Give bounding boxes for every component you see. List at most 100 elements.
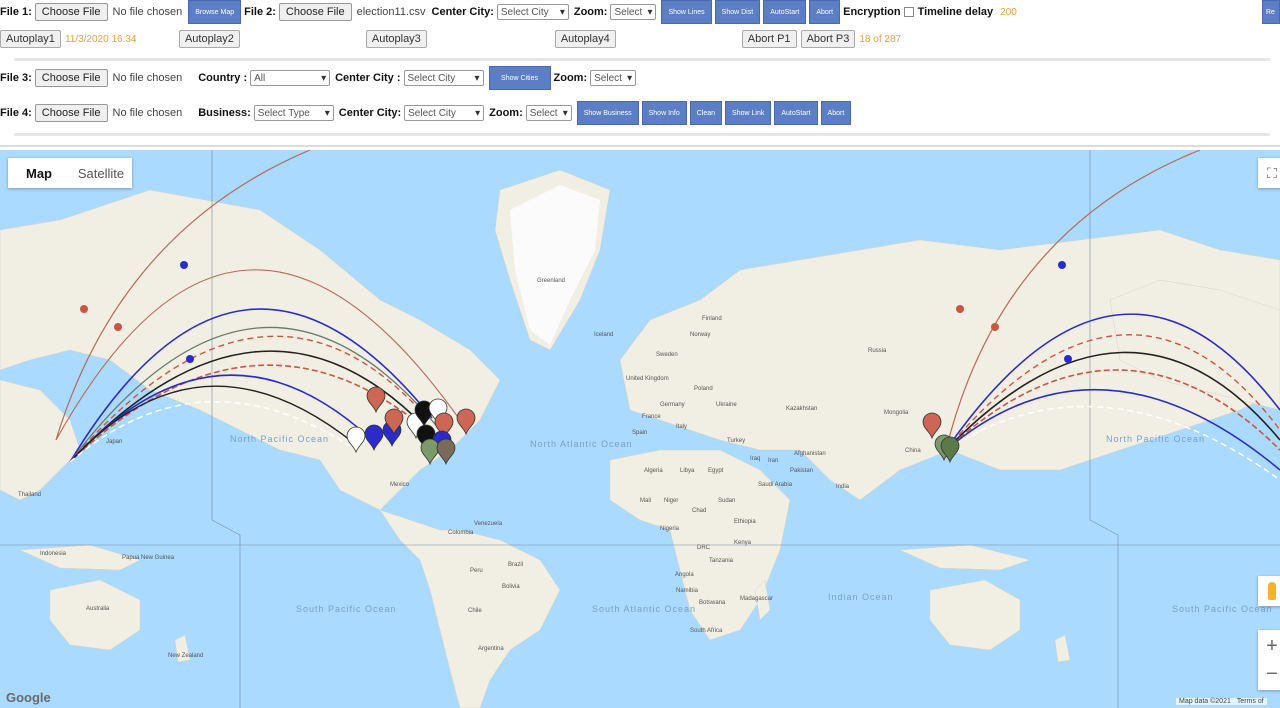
business-select[interactable]: Select Type	[253, 105, 334, 121]
place-label: Russia	[868, 348, 887, 354]
plane-position-dot[interactable]	[1058, 261, 1066, 269]
zoom-label: Zoom:	[573, 6, 608, 18]
zoom-3-value: Select	[594, 72, 622, 84]
place-label: Mali	[640, 498, 651, 504]
autoplay-progress: 18 of 287	[859, 33, 902, 45]
plane-position-dot[interactable]	[186, 355, 194, 363]
country-label: Country :	[198, 72, 248, 84]
center-city-4-select[interactable]: Select City	[404, 105, 485, 121]
plane-position-dot[interactable]	[180, 261, 188, 269]
place-label: Japan	[106, 439, 122, 445]
country-select[interactable]: All	[250, 70, 331, 86]
place-label: Spain	[632, 430, 647, 436]
center-city-3-select[interactable]: Select City	[403, 70, 484, 86]
place-label: Colombia	[448, 530, 474, 536]
country-value: All	[254, 72, 266, 84]
place-label: DRC	[697, 545, 711, 551]
place-label: Ethiopia	[734, 519, 756, 525]
encryption-checkbox[interactable]	[903, 7, 914, 17]
place-label: Namibia	[676, 588, 699, 594]
street-view-pegman[interactable]	[1258, 576, 1280, 606]
file4-label: File 4:	[0, 107, 32, 119]
land-new-zealand-right	[1054, 634, 1071, 663]
land-australia	[49, 579, 141, 651]
abort-4-button[interactable]: Abort	[820, 101, 852, 125]
autoplay1-button[interactable]: Autoplay1	[0, 30, 61, 48]
place-label: Greenland	[537, 278, 565, 284]
encryption-label: Encryption	[843, 6, 901, 18]
zoom-4-select[interactable]: Select	[525, 105, 572, 121]
show-lines-button[interactable]: Show Lines	[661, 0, 712, 24]
autostart-button[interactable]: AutoStart	[763, 0, 807, 24]
center-city-value: Select City	[500, 6, 549, 18]
file1-choose-button[interactable]: Choose File	[34, 3, 108, 21]
autoplay3-button[interactable]: Autoplay3	[365, 30, 427, 48]
file1-label: File 1:	[0, 6, 32, 18]
place-label: Algeria	[644, 468, 663, 474]
autoplay4-button[interactable]: Autoplay4	[554, 30, 616, 48]
zoom-select[interactable]: Select	[610, 4, 657, 20]
place-label: Indonesia	[40, 551, 67, 557]
map-type-map-button[interactable]: Map	[8, 166, 70, 181]
timeline-slider-1[interactable]	[14, 58, 1270, 61]
browse-map-button[interactable]: Browse Map	[188, 0, 242, 24]
fullscreen-button[interactable]: ⛶	[1258, 158, 1280, 188]
place-label: Nigeria	[660, 526, 680, 532]
file4-choose-button[interactable]: Choose File	[34, 104, 108, 122]
place-label: Kazakhstan	[786, 406, 817, 412]
file4-status: No file chosen	[112, 107, 183, 119]
place-label: Norway	[690, 332, 710, 338]
plane-position-dot[interactable]	[80, 305, 88, 313]
place-label: Tanzania	[709, 558, 734, 564]
right-edge-button[interactable]: Re	[1262, 0, 1280, 24]
zoom-3-select[interactable]: Select	[590, 70, 637, 86]
land-australia-right	[929, 579, 1021, 651]
place-label: Chad	[692, 508, 706, 514]
land-north-america	[0, 189, 501, 511]
show-info-button[interactable]: Show Info	[641, 101, 687, 125]
place-label: Afghanistan	[794, 451, 826, 457]
show-dist-button[interactable]: Show Dist	[714, 0, 761, 24]
place-label: Chile	[468, 608, 482, 614]
show-business-button[interactable]: Show Business	[576, 101, 639, 125]
autostart-4-button[interactable]: AutoStart	[774, 101, 818, 125]
map-type-satellite-button[interactable]: Satellite	[70, 166, 132, 181]
plane-position-dot[interactable]	[1064, 355, 1072, 363]
show-cities-button[interactable]: Show Cities	[488, 66, 551, 90]
map-pin-marker[interactable]	[436, 438, 456, 466]
file2-choose-button[interactable]: Choose File	[278, 3, 352, 21]
terms-link[interactable]: Terms of	[1237, 698, 1264, 705]
place-label: Ukraine	[716, 402, 737, 408]
plane-position-dot[interactable]	[991, 323, 999, 331]
place-label: Finland	[702, 316, 722, 322]
place-label: Niger	[664, 498, 678, 504]
timeline-slider-2[interactable]	[14, 133, 1270, 136]
world-map[interactable]: North Pacific Ocean North Atlantic Ocean…	[0, 150, 1280, 708]
plane-position-dot[interactable]	[956, 305, 964, 313]
center-city-select[interactable]: Select City	[496, 4, 569, 20]
place-label: Sudan	[718, 498, 735, 504]
place-label: Pakistan	[790, 468, 813, 474]
abort-p1-button[interactable]: Abort P1	[741, 30, 797, 48]
timeline-delay-input[interactable]: 200	[996, 7, 1054, 18]
autoplay2-button[interactable]: Autoplay2	[178, 30, 240, 48]
abort-p3-button[interactable]: Abort P3	[800, 30, 856, 48]
file3-choose-button[interactable]: Choose File	[34, 69, 108, 87]
pegman-icon	[1268, 582, 1276, 600]
business-value: Select Type	[257, 107, 310, 119]
zoom-in-button[interactable]: +	[1266, 632, 1278, 660]
abort-button[interactable]: Abort	[809, 0, 841, 24]
zoom-out-button[interactable]: −	[1266, 660, 1278, 688]
place-label: Mongolia	[884, 410, 909, 416]
show-link-button[interactable]: Show Link	[725, 101, 772, 125]
place-label: Thailand	[18, 492, 41, 498]
zoom-value: Select	[614, 6, 643, 18]
place-label: Turkey	[727, 438, 745, 444]
zoom-4-value: Select	[529, 107, 558, 119]
center-city-4-value: Select City	[408, 107, 456, 119]
clean-button[interactable]: Clean	[689, 101, 723, 125]
place-label: Mexico	[390, 482, 410, 488]
plane-position-dot[interactable]	[114, 323, 122, 331]
toolbar-divider	[0, 145, 1280, 147]
place-label: Botswana	[699, 600, 726, 606]
